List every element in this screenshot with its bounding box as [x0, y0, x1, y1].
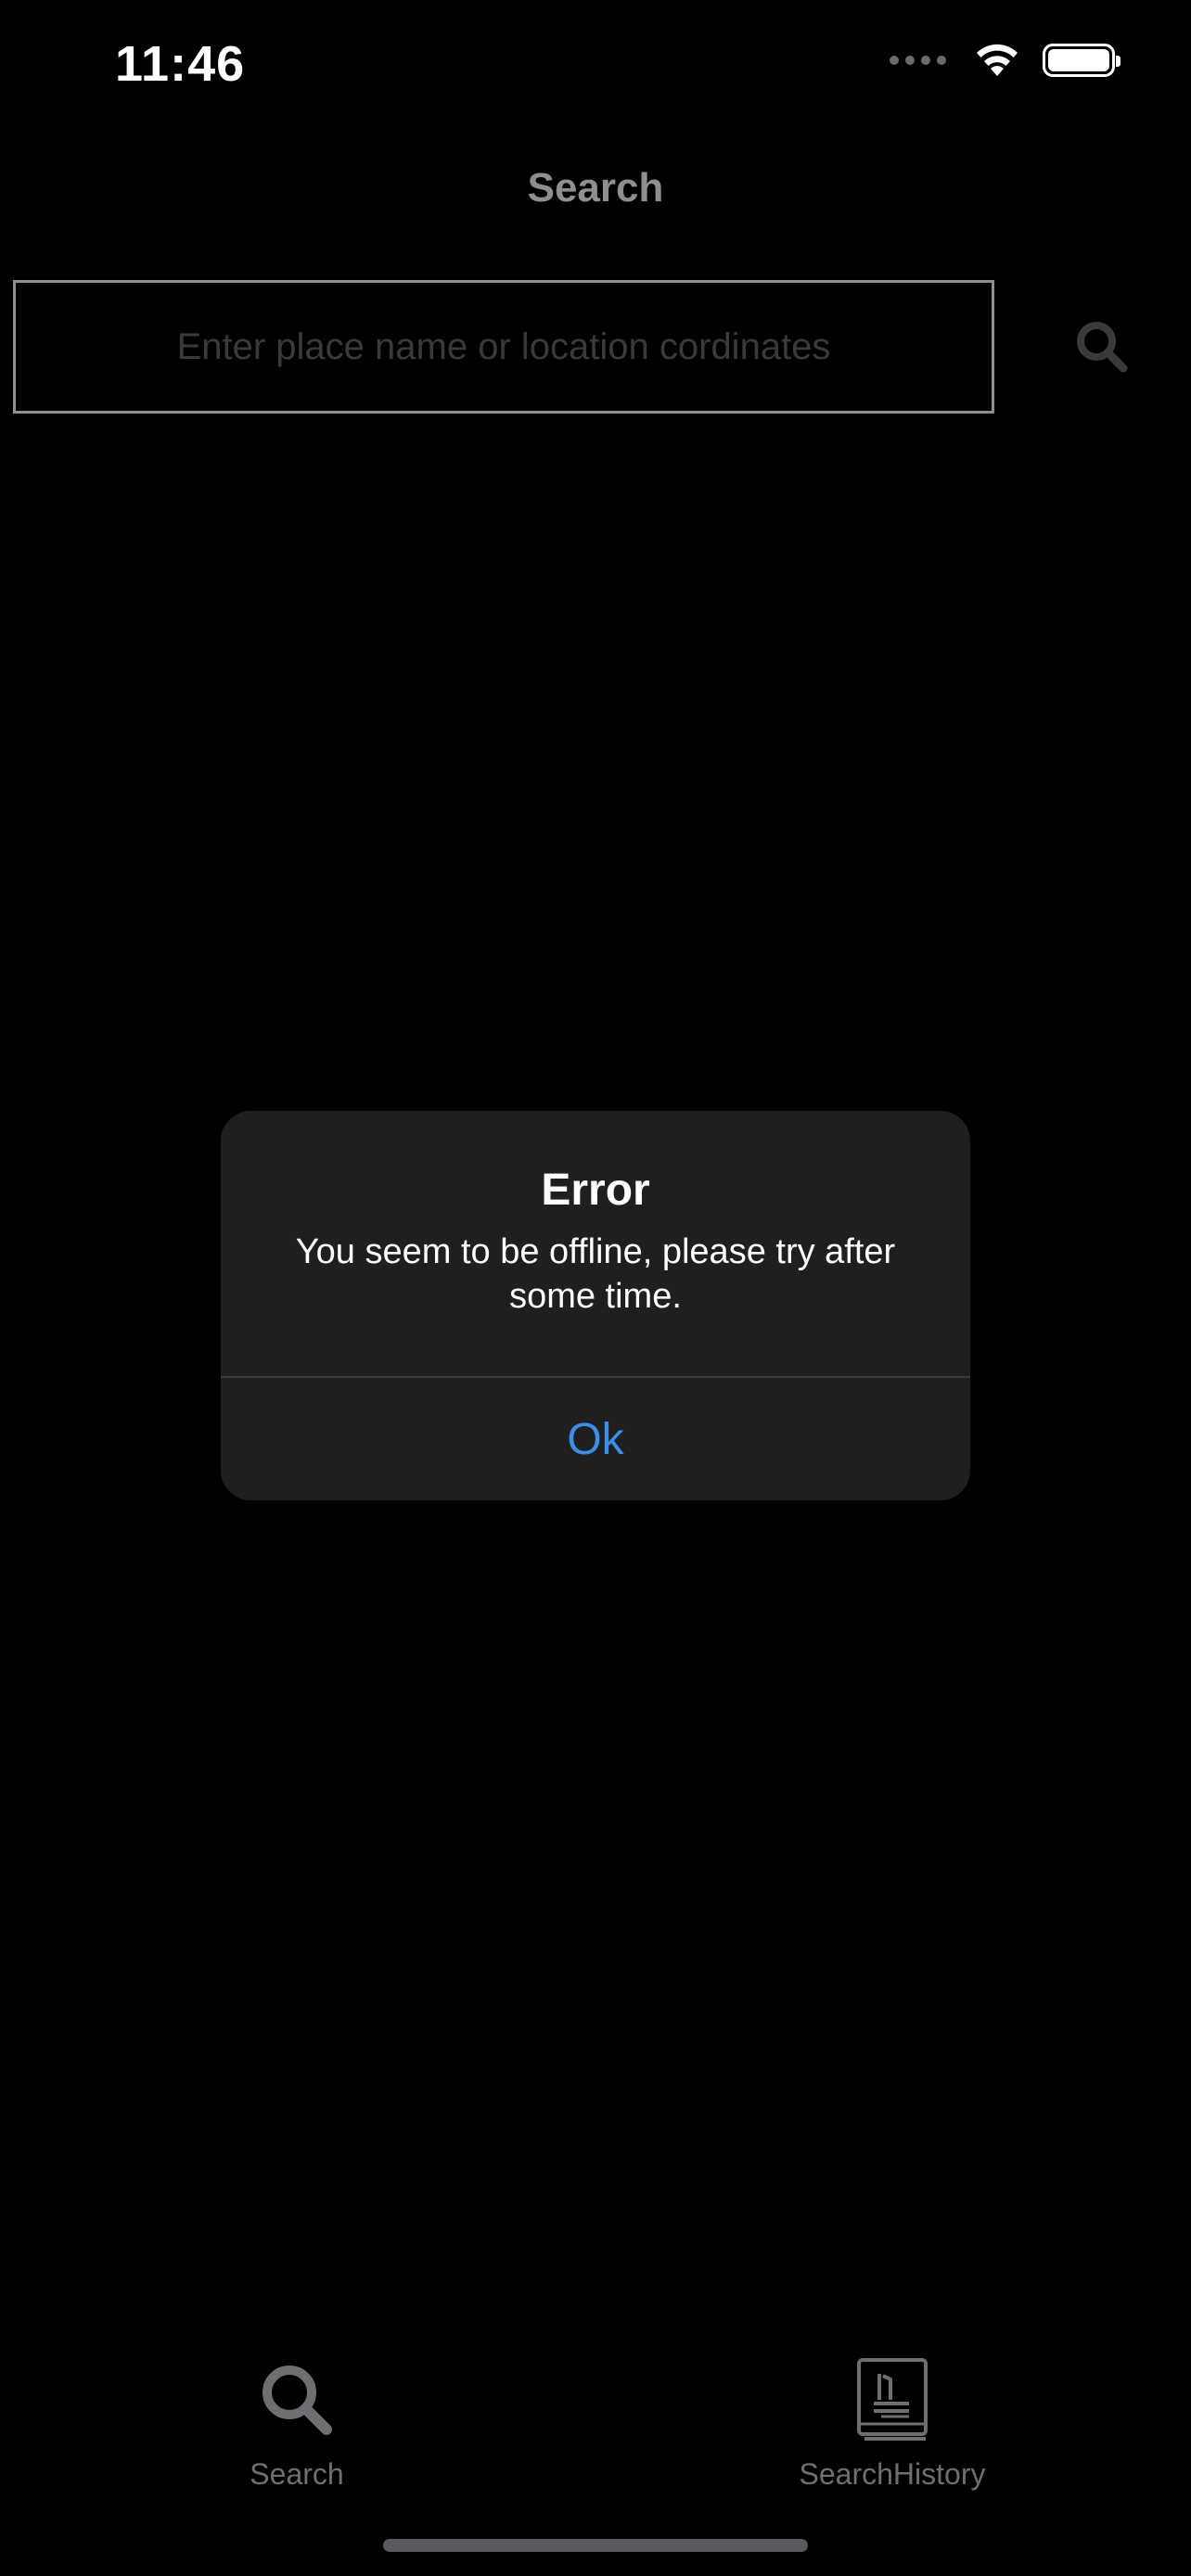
book-icon: [855, 2355, 929, 2444]
tab-bar: Search SearchHistory: [0, 2337, 1191, 2504]
alert-message: You seem to be offline, please try after…: [295, 1232, 896, 1316]
home-indicator[interactable]: [383, 2539, 808, 2552]
alert-title: Error: [541, 1166, 650, 1215]
search-icon: [258, 2355, 336, 2444]
tab-search[interactable]: Search: [158, 2355, 436, 2494]
error-alert: Error You seem to be offline, please try…: [221, 1111, 970, 1500]
tab-label: Search: [250, 2457, 344, 2491]
tab-search-history[interactable]: SearchHistory: [753, 2355, 1031, 2494]
ok-button[interactable]: Ok: [221, 1378, 970, 1500]
tab-label: SearchHistory: [799, 2457, 986, 2491]
